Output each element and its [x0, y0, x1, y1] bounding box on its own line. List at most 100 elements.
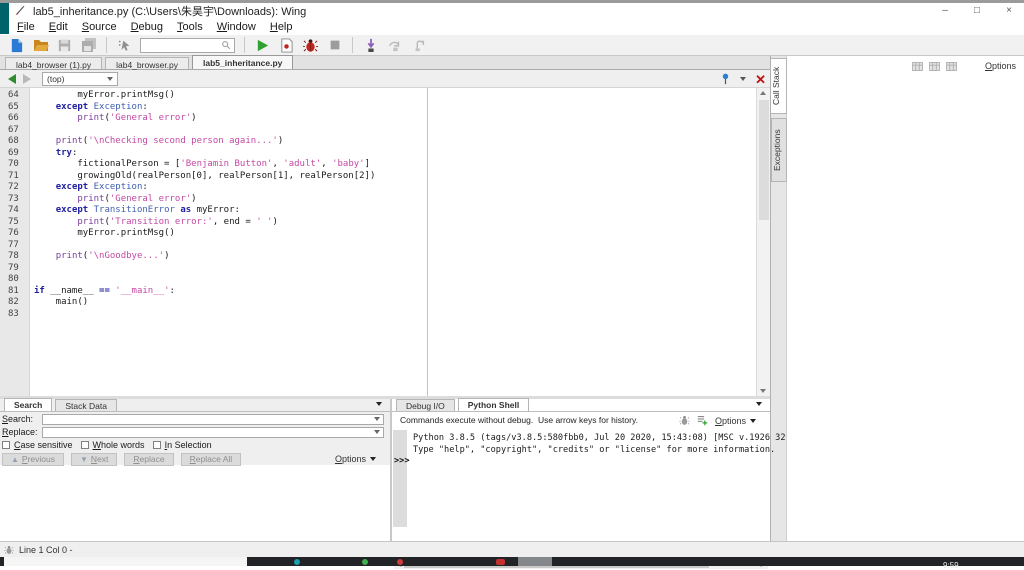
new-shell-icon[interactable]	[697, 415, 708, 426]
tab-lab5-inheritance[interactable]: lab5_inheritance.py	[192, 55, 294, 69]
next-button[interactable]: ▼ Next	[71, 452, 118, 466]
code-line: 79	[8, 262, 19, 273]
menu-window[interactable]: Window	[212, 20, 261, 34]
status-bug-icon[interactable]	[4, 545, 14, 555]
close-button[interactable]: ×	[1000, 5, 1018, 16]
menu-debug[interactable]: Debug	[126, 20, 168, 34]
search-options[interactable]: Options	[335, 454, 376, 464]
taskbar-app-icon[interactable]	[362, 559, 368, 565]
minimize-button[interactable]: –	[936, 5, 954, 16]
debug-toggle-icon[interactable]	[679, 415, 690, 426]
panel-chevron-icon[interactable]	[740, 77, 747, 81]
in-selection-checkbox[interactable]	[152, 440, 161, 449]
shell-prompt: >>>	[394, 456, 410, 466]
toolbar-search-box	[140, 37, 235, 53]
whole-words-checkbox[interactable]	[80, 440, 89, 449]
code-lines: 64 myError.printMsg() 65 except Exception…	[0, 90, 756, 320]
menu-edit[interactable]: Edit	[44, 20, 73, 34]
tab-exceptions[interactable]: Exceptions	[771, 118, 787, 182]
tab-search[interactable]: Search	[4, 398, 53, 411]
editor-vertical-scrollbar[interactable]	[756, 88, 770, 396]
right-tool-panel: Call Stack Exceptions Options	[770, 56, 1024, 541]
close-editor-icon[interactable]: ✕	[755, 73, 766, 86]
whole-words-label: Whole words	[92, 439, 145, 450]
previous-button[interactable]: ▲ Previous	[2, 452, 64, 466]
menu-source[interactable]: Source	[77, 20, 122, 34]
code-line: 77	[8, 239, 19, 250]
chevron-down-icon[interactable]	[374, 417, 380, 421]
call-stack-options[interactable]: Options	[985, 61, 1016, 71]
case-sensitive-checkbox[interactable]	[2, 440, 10, 449]
stack-view-icon[interactable]	[929, 61, 940, 71]
toolbar	[0, 35, 1024, 56]
toolbar-separator	[106, 37, 107, 53]
pin-icon[interactable]	[720, 73, 731, 85]
taskbar-app-icon[interactable]	[294, 559, 300, 565]
maximize-button[interactable]: □	[968, 5, 986, 16]
scope-dropdown[interactable]: (top)	[42, 71, 118, 86]
tab-debug-io[interactable]: Debug I/O	[396, 399, 455, 411]
taskbar-app-icon[interactable]	[397, 559, 403, 565]
search-combo	[42, 413, 384, 425]
code-line: 69 try:	[8, 147, 78, 158]
taskbar-search-box[interactable]	[4, 557, 247, 566]
save-copy-icon[interactable]	[80, 37, 97, 54]
chevron-down-icon[interactable]	[374, 430, 380, 434]
tab-lab4-browser[interactable]: lab4_browser.py	[105, 57, 190, 70]
back-icon[interactable]	[8, 73, 16, 84]
goto-cursor-icon[interactable]	[116, 37, 133, 54]
arrow-down-icon: ▼	[80, 454, 88, 464]
code-line: 73 print('General error')	[8, 193, 197, 204]
in-selection-label: In Selection	[164, 439, 212, 450]
scroll-thumb[interactable]	[759, 100, 769, 220]
search-label: Search:	[2, 414, 34, 424]
panel-menu-icon[interactable]	[756, 402, 762, 406]
tab-python-shell[interactable]: Python Shell	[457, 398, 530, 411]
step-over-icon[interactable]	[386, 37, 403, 54]
code-line: 75 print('Transition error:', end = ' ')	[8, 216, 278, 227]
step-into-icon[interactable]	[362, 37, 379, 54]
tab-lab4-browser-1[interactable]: lab4_browser (1).py	[5, 57, 103, 70]
stack-view-icon[interactable]	[912, 61, 923, 71]
toolbar-search-input[interactable]	[141, 39, 221, 51]
code-line: 81 if __name__ == '__main__':	[8, 285, 175, 296]
code-editor[interactable]: 64 myError.printMsg() 65 except Exception…	[0, 88, 770, 396]
tab-stack-data[interactable]: Stack Data	[55, 399, 117, 411]
stop-icon[interactable]	[326, 37, 343, 54]
case-sensitive-label: Case sensitive	[14, 439, 73, 450]
menu-file[interactable]: File	[12, 20, 40, 34]
scroll-down-icon[interactable]	[760, 389, 766, 393]
taskbar-active-app[interactable]	[518, 557, 552, 566]
debug-file-icon[interactable]	[278, 37, 295, 54]
replace-input[interactable]	[43, 427, 374, 437]
status-bar: Line 1 Col 0 -	[0, 541, 1024, 557]
replace-all-button[interactable]: Replace All	[180, 452, 242, 466]
menu-tools[interactable]: Tools	[172, 20, 208, 34]
debug-bug-icon[interactable]	[302, 37, 319, 54]
panel-menu-icon[interactable]	[376, 402, 382, 406]
shell-output: Python 3.8.5 (tags/v3.8.5:580fbb0, Jul 2…	[413, 433, 786, 456]
editor-nav-row: (top) ✕	[0, 70, 770, 88]
new-file-icon[interactable]	[8, 37, 25, 54]
open-file-icon[interactable]	[32, 37, 49, 54]
menu-help[interactable]: Help	[265, 20, 298, 34]
code-line: 68 print('\nChecking second person again…	[8, 136, 284, 146]
shell-options[interactable]: Options	[715, 416, 756, 426]
code-line: 71 growingOld(realPerson[0], realPerson[…	[8, 170, 376, 181]
replace-button[interactable]: Replace	[124, 452, 174, 466]
save-file-icon[interactable]	[56, 37, 73, 54]
python-shell[interactable]: Python 3.8.5 (tags/v3.8.5:580fbb0, Jul 2…	[392, 430, 786, 569]
search-input[interactable]	[43, 414, 374, 424]
run-icon[interactable]	[254, 37, 271, 54]
forward-icon[interactable]	[23, 73, 31, 84]
window-title: lab5_inheritance.py (C:\Users\朱昊宇\Downlo…	[33, 5, 307, 18]
step-out-icon[interactable]	[410, 37, 427, 54]
tab-call-stack[interactable]: Call Stack	[771, 58, 787, 114]
search-panel-tabs: Search Stack Data	[0, 398, 390, 412]
background-window-corner	[0, 3, 9, 34]
title-bar: lab5_inheritance.py (C:\Users\朱昊宇\Downlo…	[9, 3, 1024, 18]
taskbar-app-icon[interactable]	[496, 559, 505, 565]
stack-view-icon[interactable]	[946, 61, 957, 71]
code-line: 65 except Exception:	[8, 101, 148, 112]
scroll-up-icon[interactable]	[760, 91, 766, 95]
